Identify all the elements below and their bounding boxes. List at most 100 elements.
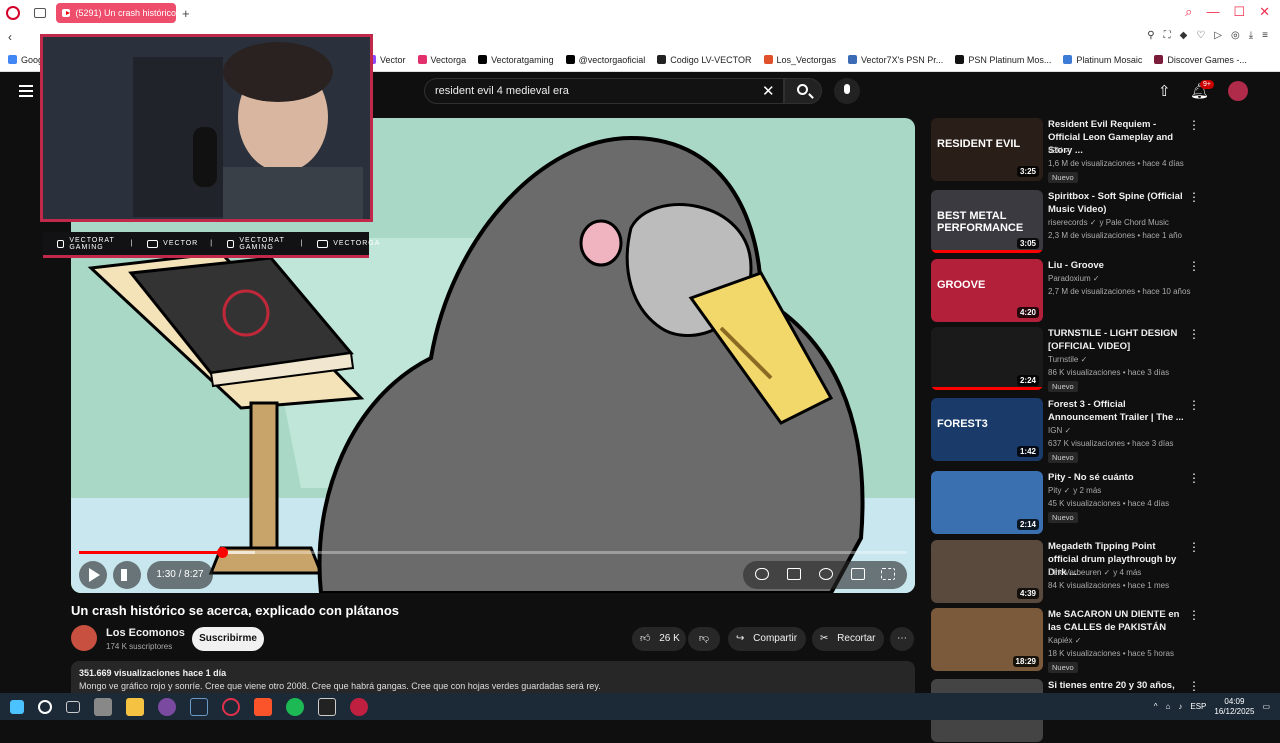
- network-icon[interactable]: ⌂: [1166, 702, 1171, 711]
- more-vertical-icon[interactable]: [1188, 608, 1200, 622]
- recommended-channel[interactable]: Turnstile ✓: [1048, 355, 1087, 364]
- more-vertical-icon[interactable]: [1188, 398, 1200, 412]
- volume-tray-icon[interactable]: ♪: [1178, 702, 1182, 711]
- recommended-video-title[interactable]: Me SACARON UN DIENTE en las CALLES de PA…: [1048, 608, 1188, 634]
- bookmark-item[interactable]: Goog: [8, 55, 43, 65]
- subscribe-button[interactable]: Suscribirme: [192, 627, 264, 651]
- brave-icon[interactable]: [254, 697, 272, 716]
- task-view-icon[interactable]: [66, 700, 80, 713]
- bookmark-item[interactable]: PSN Platinum Mos...: [955, 55, 1051, 65]
- settings-gear-icon[interactable]: [819, 568, 833, 580]
- dislike-button[interactable]: 👎︎: [688, 627, 720, 651]
- more-vertical-icon[interactable]: [1188, 327, 1200, 341]
- recommended-video-title[interactable]: Si tienes entre 20 y 30 años,: [1048, 679, 1188, 692]
- language-indicator[interactable]: ESP: [1190, 702, 1206, 711]
- share-button[interactable]: ↪ Compartir: [728, 627, 806, 651]
- upload-icon[interactable]: ⇧: [1158, 82, 1174, 100]
- theater-mode-icon[interactable]: [851, 568, 865, 580]
- video-thumbnail[interactable]: 2:24: [931, 327, 1043, 390]
- steam-icon[interactable]: [190, 697, 208, 716]
- recommended-video[interactable]: 2:14 Pity - No sé cuánto Pity ✓ y 2 más 45 K…: [931, 471, 1271, 535]
- browser-tab-active[interactable]: (5291) Un crash histórico: [56, 3, 176, 23]
- volume-button[interactable]: [113, 561, 141, 589]
- recommended-channel[interactable]: IGN ✓: [1048, 426, 1071, 435]
- recommended-video[interactable]: BEST METAL PERFORMANCE 3:05 Spiritbox - So…: [931, 190, 1271, 254]
- back-button[interactable]: ‹: [8, 30, 12, 44]
- more-vertical-icon[interactable]: [1188, 259, 1200, 273]
- recommended-channel[interactable]: Paradoxium ✓: [1048, 274, 1100, 283]
- video-thumbnail[interactable]: 4:39: [931, 540, 1043, 603]
- clear-search-icon[interactable]: ✕: [762, 82, 775, 100]
- snapshot-icon[interactable]: ⛶: [1164, 30, 1171, 41]
- recommended-video[interactable]: 2:24 TURNSTILE - LIGHT DESIGN [OFFICIAL V…: [931, 327, 1271, 392]
- opera-icon[interactable]: [222, 697, 240, 716]
- recommended-video[interactable]: 18:29 Me SACARON UN DIENTE en las CALLES …: [931, 608, 1271, 673]
- subtitles-icon[interactable]: [787, 568, 801, 580]
- more-vertical-icon[interactable]: [1188, 679, 1200, 693]
- notification-center-icon[interactable]: ▭: [1262, 702, 1270, 711]
- recommended-video[interactable]: GROOVE 4:20 Liu - Groove Paradoxium ✓ 2,7 M …: [931, 259, 1271, 323]
- play-icon[interactable]: ▷: [1214, 30, 1222, 41]
- search-icon[interactable]: [38, 699, 52, 714]
- account-avatar[interactable]: [1228, 81, 1248, 101]
- camera-icon[interactable]: ◎: [1231, 30, 1240, 41]
- autoplay-toggle-icon[interactable]: [755, 568, 769, 580]
- play-button[interactable]: [79, 561, 107, 589]
- bookmark-item[interactable]: Vectorga: [417, 55, 466, 65]
- recommended-video-title[interactable]: Pity - No sé cuánto: [1048, 471, 1188, 484]
- obs-icon[interactable]: [350, 697, 368, 716]
- new-tab-button[interactable]: +: [182, 6, 190, 21]
- recommended-video-title[interactable]: Forest 3 - Official Announcement Trailer…: [1048, 398, 1188, 424]
- windows-start-icon[interactable]: [10, 699, 24, 714]
- more-actions-button[interactable]: ⋯: [890, 627, 914, 651]
- bookmark-item[interactable]: @vectorgaoficial: [565, 55, 645, 65]
- channel-avatar[interactable]: [71, 625, 97, 651]
- menu-icon[interactable]: ≡: [1262, 30, 1268, 41]
- tray-chevron-icon[interactable]: ^: [1154, 702, 1158, 711]
- recommended-video-title[interactable]: TURNSTILE - LIGHT DESIGN [OFFICIAL VIDEO…: [1048, 327, 1188, 353]
- recommended-channel[interactable]: Dirk Verbeuren ✓ y 4 más: [1048, 568, 1141, 577]
- recommended-channel[interactable]: Pity ✓ y 2 más: [1048, 486, 1101, 495]
- recommended-video[interactable]: FOREST3 1:42 Forest 3 - Official Announcem…: [931, 398, 1271, 463]
- channel-name[interactable]: Los Ecomonos: [106, 627, 185, 639]
- bookmark-item[interactable]: Los_Vectorgas: [763, 55, 836, 65]
- recommended-video-title[interactable]: Liu - Groove: [1048, 259, 1188, 272]
- more-vertical-icon[interactable]: [1188, 540, 1200, 554]
- recommended-channel[interactable]: Kapiéx ✓: [1048, 636, 1081, 645]
- recommended-channel[interactable]: IGN ✓: [1048, 146, 1071, 155]
- discord-icon[interactable]: [158, 697, 176, 716]
- spotify-icon[interactable]: [286, 697, 304, 716]
- bookmark-item[interactable]: Codigo LV-VECTOR: [657, 55, 752, 65]
- like-button[interactable]: 👍︎ 26 K: [632, 627, 686, 651]
- hamburger-menu-icon[interactable]: [19, 85, 33, 97]
- close-button[interactable]: ✕: [1259, 4, 1270, 20]
- more-vertical-icon[interactable]: [1188, 118, 1200, 132]
- progress-scrubber[interactable]: [217, 547, 229, 558]
- video-thumbnail[interactable]: GROOVE 4:20: [931, 259, 1043, 322]
- bookmark-item[interactable]: Vectoratgaming: [478, 55, 554, 65]
- recommended-video[interactable]: RESIDENT EVIL 3:25 Resident Evil Requiem -…: [931, 118, 1271, 183]
- voice-search-icon[interactable]: [834, 78, 860, 104]
- fullscreen-icon[interactable]: [881, 568, 895, 580]
- workspace-icon[interactable]: [34, 8, 46, 18]
- app-icon[interactable]: [94, 697, 112, 716]
- bookmark-item[interactable]: Vector7X's PSN Pr...: [848, 55, 943, 65]
- clock[interactable]: 04:09 16/12/2025: [1214, 697, 1254, 717]
- recommended-channel[interactable]: riserecords ✓ y Pale Chord Music: [1048, 218, 1169, 227]
- video-thumbnail[interactable]: RESIDENT EVIL 3:25: [931, 118, 1043, 181]
- minimize-button[interactable]: —: [1206, 4, 1219, 20]
- search-tabs-icon[interactable]: ⌕: [1185, 4, 1192, 20]
- search-button[interactable]: [784, 78, 822, 104]
- more-vertical-icon[interactable]: [1188, 190, 1200, 204]
- opera-logo-icon[interactable]: [6, 6, 20, 20]
- maximize-button[interactable]: ☐: [1233, 4, 1245, 20]
- download-icon[interactable]: ⤓: [1249, 30, 1253, 41]
- bookmark-item[interactable]: Discover Games -...: [1154, 55, 1247, 65]
- more-vertical-icon[interactable]: [1188, 471, 1200, 485]
- video-thumbnail[interactable]: 18:29: [931, 608, 1043, 671]
- clip-button[interactable]: ✂ Recortar: [812, 627, 884, 651]
- pin-icon[interactable]: ⚲: [1147, 30, 1154, 41]
- epic-games-icon[interactable]: [318, 697, 336, 716]
- video-thumbnail[interactable]: 2:14: [931, 471, 1043, 534]
- video-thumbnail[interactable]: BEST METAL PERFORMANCE 3:05: [931, 190, 1043, 253]
